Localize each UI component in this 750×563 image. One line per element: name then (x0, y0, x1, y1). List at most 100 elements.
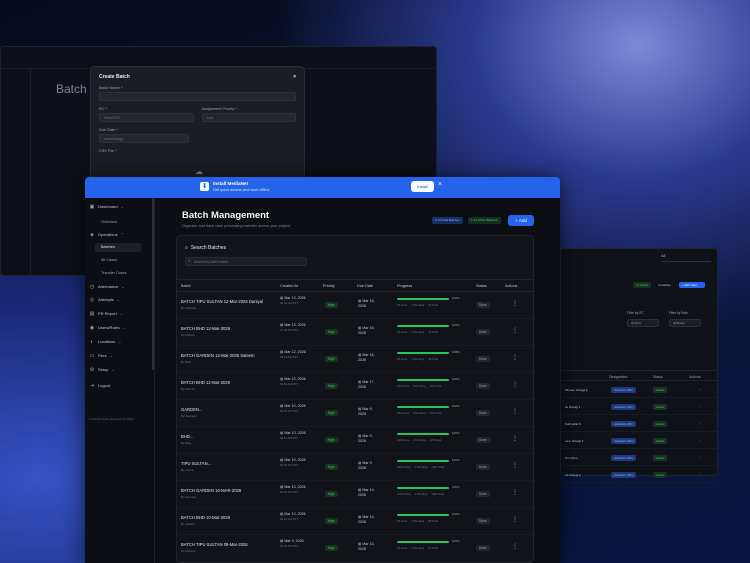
table-row[interactable]: BATCH BHD 12-Mar-2026 By Mohsin ▦Mar 13, 2… (177, 319, 533, 346)
table-row[interactable]: BATCH TIPU SULTAN 09-Mar-2026 By Melissa ▦… (177, 535, 533, 562)
role-select[interactable]: All (661, 253, 711, 262)
more-actions-icon[interactable]: ⋮ (512, 408, 518, 415)
more-actions-icon[interactable]: ⋮ (699, 387, 702, 391)
more-actions-icon[interactable]: ⋮ (512, 489, 518, 496)
filter-role-select[interactable]: All Roles (669, 319, 701, 327)
sidebar-item-operations[interactable]: ◈ Operations ⌃ (89, 230, 149, 239)
batch-name[interactable]: GARDEN... (181, 407, 202, 412)
batch-name-label: Batch Name * (99, 86, 123, 90)
more-actions-icon[interactable]: ⋮ (699, 421, 702, 425)
sidebar-subitem-transfer-cases[interactable]: Transfer Cases (95, 269, 141, 278)
table-row[interactable]: BHD... By Baig ▦Mar 10, 2026 09:51 AM PST Hi… (177, 427, 533, 454)
users-table-row[interactable]: Muneer Orangi 2 Assistant (RC) Active ⋮ (561, 381, 717, 398)
progress-bar: 100% (397, 539, 460, 543)
table-row[interactable]: GARDEN... By Jannatbi ▦Mar 10, 2026 09:06 A… (177, 400, 533, 427)
install-button[interactable]: Install (411, 181, 434, 192)
batch-name[interactable]: BHD... (181, 434, 193, 439)
table-row[interactable]: BATCH TIPU SULTAN 12-Mar-2026 Daniyal By … (177, 292, 533, 319)
status-badge: Active (653, 455, 668, 461)
logout-icon: ⇥ (89, 382, 95, 389)
main-window: ⬇ Install MediaNet Get quick access and … (85, 177, 560, 563)
priority-select[interactable]: Low (201, 113, 296, 122)
operations-icon: ◈ (90, 231, 94, 238)
add-batch-button[interactable]: + Add (508, 215, 534, 226)
more-actions-icon[interactable]: ⋮ (512, 543, 518, 550)
table-row[interactable]: BATCH BHD 10-Mar-2026 By Jawad ▦Mar 10, 20… (177, 508, 533, 535)
more-actions-icon[interactable]: ⋮ (699, 472, 702, 476)
install-close-icon[interactable]: × (438, 181, 442, 188)
more-actions-icon[interactable]: ⋮ (512, 516, 518, 523)
progress-fill (397, 487, 449, 489)
batch-name[interactable]: BATCH TIPU SULTAN 12-Mar-2026 Daniyal (181, 299, 263, 304)
batch-owner: By Humera (181, 495, 197, 499)
sidebar-item-attendance[interactable]: ◷ Attendance ⌄ (89, 282, 149, 291)
batch-name[interactable]: BATCH GARDEN 12-Mar-2026 Saleem (181, 353, 254, 358)
progress-stat: 61 Done (397, 546, 408, 550)
batch-name-input[interactable] (99, 92, 296, 101)
batch-name[interactable]: BATCH TIPU SULTAN 09-Mar-2026 (181, 542, 248, 547)
more-actions-icon[interactable]: ⋮ (699, 455, 702, 459)
batch-name[interactable]: BATCH BHD 10-Mar-2026 (181, 515, 230, 520)
more-actions-icon[interactable]: ⋮ (512, 354, 518, 361)
upload-cloud-icon[interactable]: ☁ (195, 167, 203, 176)
batch-name[interactable]: BATCH GARDEN 10-MAR-2026 (181, 488, 241, 493)
table-row[interactable]: BATCH BHD 12-Mar-2026 By Munira ▦Mar 12, 2… (177, 373, 533, 400)
sidebar-subitem-overview[interactable]: Overview (95, 218, 141, 227)
sidebar-item-label: Files (98, 353, 107, 358)
sidebar-item-dashboard[interactable]: ▣ Dashboard ⌄ (89, 202, 149, 211)
users-table-row[interactable]: Kulti jabar 3 Assistant (RC) Active ⋮ (561, 415, 717, 432)
add-user-button[interactable]: + Add User (679, 282, 705, 288)
progress-stat: 28 Done (397, 357, 408, 361)
search-input[interactable]: Search by batch name... (185, 257, 307, 266)
users-table-row[interactable]: Ali Orangi 2 Assistant (RC) Active ⋮ (561, 466, 717, 483)
more-actions-icon[interactable]: ⋮ (512, 381, 518, 388)
sidebar-subitem-batches[interactable]: Batches (95, 243, 141, 252)
designation-badge: Assistant (RC) (611, 404, 637, 410)
sidebar-scrollbar[interactable] (152, 198, 154, 370)
created-at: ▦Mar 10, 2026 09:30 AM PST (280, 485, 312, 495)
more-actions-icon[interactable]: ⋮ (512, 435, 518, 442)
more-actions-icon[interactable]: ⋮ (512, 300, 518, 307)
priority-badge: High (325, 329, 338, 335)
table-row[interactable]: BATCH GARDEN 10-MAR-2026 By Humera ▦Mar 10… (177, 481, 533, 508)
more-actions-icon[interactable]: ⋮ (512, 327, 518, 334)
created-date: Mar 10, 2026 (284, 485, 306, 489)
batch-owner: By Mohsin (181, 333, 196, 337)
created-at: ▦Mar 13, 2026 08:02 AM PST (280, 296, 312, 306)
sidebar-subitem-all-cases[interactable]: All Cases (95, 256, 141, 265)
more-actions-icon[interactable]: ⋮ (699, 438, 702, 442)
page-subtitle: Organize and track case processing batch… (182, 224, 291, 228)
modal-close-icon[interactable]: × (293, 74, 296, 80)
filter-rc-select[interactable]: All RCs (627, 319, 659, 327)
sidebar-item-pr-report[interactable]: ▤ PR Report ⌄ (89, 309, 149, 318)
sidebar-item-files[interactable]: ▭ Files ⌄ (89, 351, 149, 360)
users-table-row[interactable]: ali Orangi 1 Assistant (RC) Active ⋮ (561, 398, 717, 415)
table-row[interactable]: BATCH GARDEN 12-Mar-2026 Saleem By Bilal ▦… (177, 346, 533, 373)
sidebar-item-users-roles[interactable]: ◉ Users/Roles ⌄ (89, 323, 149, 332)
more-actions-icon[interactable]: ⋮ (699, 404, 702, 408)
batches-card: ⌕ Search Batches Search by batch name...… (176, 235, 534, 563)
batch-name[interactable]: BATCH BHD 12-Mar-2026 (181, 380, 230, 385)
rc-select[interactable]: Select RC (99, 113, 194, 122)
sidebar-item-attempts[interactable]: ◎ Attempts ⌄ (89, 295, 149, 304)
due-date-input[interactable]: dd/mm/yyyy (99, 134, 189, 143)
batch-name[interactable]: TIPU SULTAN... (181, 461, 211, 466)
users-table-row[interactable]: neer Orangi 3 Assistant (RC) Active ⋮ (561, 432, 717, 449)
progress-fill (397, 460, 449, 462)
table-row[interactable]: TIPU SULTAN... By Huma ▦Mar 10, 2026 09:55 … (177, 454, 533, 481)
sidebar-item-setup[interactable]: ⚙ Setup ⌄ (89, 365, 149, 374)
batch-name[interactable]: BATCH BHD 12-Mar-2026 (181, 326, 230, 331)
progress-bar: 100% (397, 323, 460, 327)
priority-badge: High (325, 518, 338, 524)
more-actions-icon[interactable]: ⋮ (512, 462, 518, 469)
sidebar-item-locations[interactable]: ◐ Locations ⌄ (89, 337, 149, 346)
status-badge: Done (476, 302, 490, 308)
users-window: All 17 Active 4 Inactive + Add User Filt… (560, 248, 718, 483)
sidebar: ▣ Dashboard ⌄ Overview ◈ Operations ⌃ Batches Al… (85, 198, 155, 563)
users-table-row[interactable]: Nm Nimu Assistant (RC) Active ⋮ (561, 449, 717, 466)
progress-stat: 41 Done (397, 330, 408, 334)
search-heading: ⌕ Search Batches (185, 245, 226, 251)
chevron-icon: ⌃ (120, 232, 124, 237)
progress-percent: 100% (452, 458, 460, 462)
sidebar-item-logout[interactable]: ⇥ Logout (89, 381, 149, 390)
